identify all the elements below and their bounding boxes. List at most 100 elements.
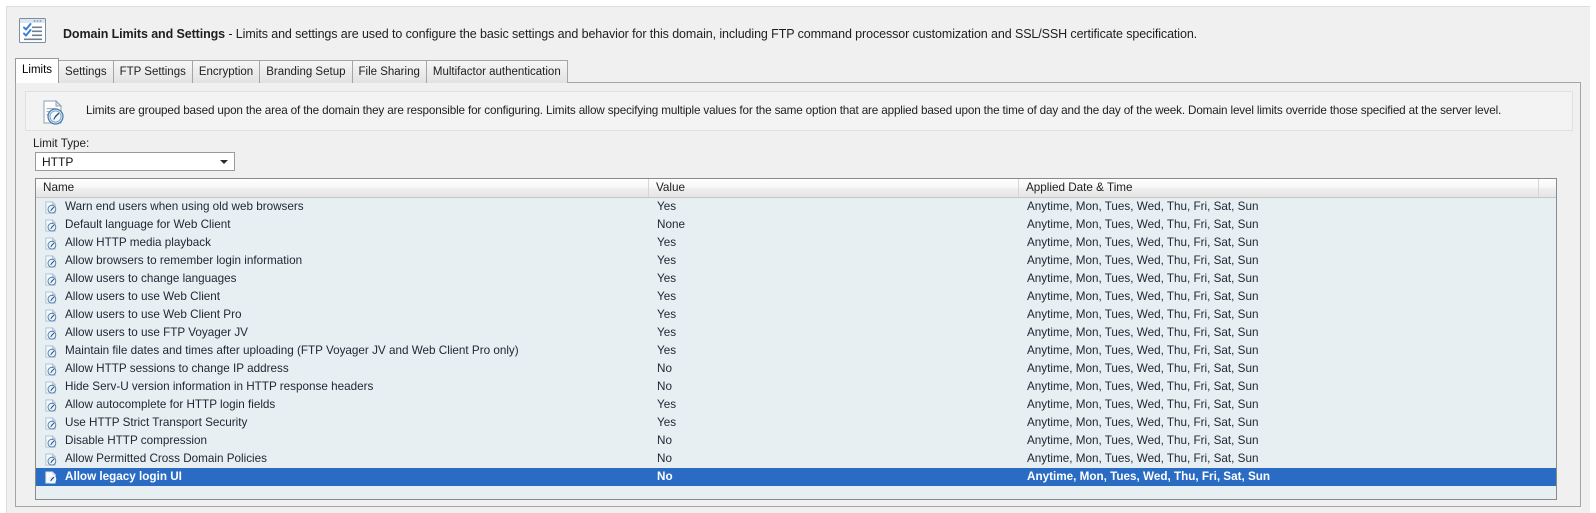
limit-name-label: Allow users to change languages xyxy=(65,272,237,285)
limit-item-icon xyxy=(44,272,57,286)
limit-name-label: Allow HTTP media playback xyxy=(65,236,211,249)
cell-value: Yes xyxy=(657,308,677,321)
limit-type-select[interactable]: HTTP xyxy=(35,152,235,171)
domain-limits-window: Domain Limits and Settings - Limits and … xyxy=(0,0,1596,513)
page-title-description: - Limits and settings are used to config… xyxy=(225,27,1198,41)
info-banner-text: Limits are grouped based upon the area o… xyxy=(86,104,1502,117)
limit-name-label: Allow users to use Web Client xyxy=(65,290,221,303)
limit-item-icon xyxy=(44,236,57,250)
tab-encryption[interactable]: Encryption xyxy=(191,60,261,83)
window-right-edge xyxy=(1590,0,1596,513)
table-row[interactable]: Allow browsers to remember login informa… xyxy=(36,252,1556,270)
page-title-bold: Domain Limits and Settings xyxy=(63,27,225,41)
page-title: Domain Limits and Settings - Limits and … xyxy=(63,27,1197,41)
tab-file-sharing[interactable]: File Sharing xyxy=(351,60,427,83)
cell-value: Yes xyxy=(657,254,677,267)
limits-table-body: Warn end users when using old web browse… xyxy=(36,198,1556,499)
cell-value: Yes xyxy=(657,236,677,249)
cell-name: Allow users to use FTP Voyager JV xyxy=(36,324,649,342)
limit-item-icon xyxy=(44,326,57,340)
tab-branding-setup[interactable]: Branding Setup xyxy=(259,60,353,83)
column-header-filler xyxy=(1539,179,1556,197)
cell-name: Maintain file dates and times after uplo… xyxy=(36,342,649,360)
dialog-header: Domain Limits and Settings - Limits and … xyxy=(7,7,1590,55)
cell-name: Allow HTTP sessions to change IP address xyxy=(36,360,649,378)
table-row[interactable]: Use HTTP Strict Transport Security Yes Any… xyxy=(36,414,1556,432)
column-header-value[interactable]: Value xyxy=(649,179,1019,197)
cell-name: Allow autocomplete for HTTP login fields xyxy=(36,396,649,414)
cell-value: Yes xyxy=(657,290,677,303)
limit-item-icon xyxy=(44,398,57,412)
limit-name-label: Disable HTTP compression xyxy=(65,434,208,447)
limit-item-icon xyxy=(44,290,57,304)
cell-value: Yes xyxy=(657,344,677,357)
table-row[interactable]: Maintain file dates and times after uplo… xyxy=(36,342,1556,360)
cell-value: No xyxy=(657,434,672,447)
limit-name-label: Warn end users when using old web browse… xyxy=(65,200,304,213)
tab-multifactor-authentication[interactable]: Multifactor authentication xyxy=(425,60,568,83)
limit-name-label: Hide Serv-U version information in HTTP … xyxy=(65,380,374,393)
document-clock-icon xyxy=(39,98,67,126)
limit-item-icon xyxy=(44,344,57,358)
table-row[interactable]: Allow users to use Web Client Yes Anytime,… xyxy=(36,288,1556,306)
table-row[interactable]: Warn end users when using old web browse… xyxy=(36,198,1556,216)
cell-applied-date-time: Anytime, Mon, Tues, Wed, Thu, Fri, Sat, … xyxy=(1027,362,1259,375)
table-row[interactable]: Allow users to use FTP Voyager JV Yes Anyt… xyxy=(36,324,1556,342)
limit-item-icon xyxy=(44,200,57,214)
limit-name-label: Allow browsers to remember login informa… xyxy=(65,254,303,267)
limit-item-icon xyxy=(44,434,57,448)
limit-name-label: Allow legacy login UI xyxy=(65,470,182,483)
cell-applied-date-time: Anytime, Mon, Tues, Wed, Thu, Fri, Sat, … xyxy=(1027,452,1259,465)
cell-name: Allow Permitted Cross Domain Policies xyxy=(36,450,649,468)
table-row[interactable]: Default language for Web Client None Anyti… xyxy=(36,216,1556,234)
cell-applied-date-time: Anytime, Mon, Tues, Wed, Thu, Fri, Sat, … xyxy=(1027,470,1271,483)
column-header-name[interactable]: Name xyxy=(36,179,649,197)
limit-item-icon xyxy=(44,416,57,430)
cell-name: Allow users to use Web Client xyxy=(36,288,649,306)
limit-name-label: Default language for Web Client xyxy=(65,218,231,231)
limit-item-icon-selected xyxy=(44,470,57,484)
table-row[interactable]: Hide Serv-U version information in HTTP … xyxy=(36,378,1556,396)
cell-value: No xyxy=(657,452,672,465)
tab-bar: Limits Settings FTP Settings Encryption Bran… xyxy=(15,58,568,83)
limit-type-value: HTTP xyxy=(42,155,74,169)
cell-applied-date-time: Anytime, Mon, Tues, Wed, Thu, Fri, Sat, … xyxy=(1027,380,1259,393)
limit-name-label: Allow users to use Web Client Pro xyxy=(65,308,242,321)
cell-value: None xyxy=(657,218,685,231)
limit-name-label: Use HTTP Strict Transport Security xyxy=(65,416,248,429)
column-header-date[interactable]: Applied Date & Time xyxy=(1019,179,1539,197)
cell-name: Warn end users when using old web browse… xyxy=(36,198,649,216)
cell-applied-date-time: Anytime, Mon, Tues, Wed, Thu, Fri, Sat, … xyxy=(1027,290,1259,303)
cell-value: Yes xyxy=(657,200,677,213)
table-row[interactable]: Allow users to change languages Yes Anytim… xyxy=(36,270,1556,288)
cell-applied-date-time: Anytime, Mon, Tues, Wed, Thu, Fri, Sat, … xyxy=(1027,218,1259,231)
dialog-panel: Domain Limits and Settings - Limits and … xyxy=(6,6,1590,513)
cell-value: Yes xyxy=(657,272,677,285)
limit-name-label: Allow HTTP sessions to change IP address xyxy=(65,362,289,375)
limit-name-label: Allow autocomplete for HTTP login fields xyxy=(65,398,276,411)
cell-name: Allow users to use Web Client Pro xyxy=(36,306,649,324)
cell-name: Allow HTTP media playback xyxy=(36,234,649,252)
table-row[interactable]: Allow autocomplete for HTTP login fields… xyxy=(36,396,1556,414)
table-row[interactable]: Disable HTTP compression No Anytime, Mon, … xyxy=(36,432,1556,450)
cell-applied-date-time: Anytime, Mon, Tues, Wed, Thu, Fri, Sat, … xyxy=(1027,344,1259,357)
cell-applied-date-time: Anytime, Mon, Tues, Wed, Thu, Fri, Sat, … xyxy=(1027,434,1259,447)
cell-applied-date-time: Anytime, Mon, Tues, Wed, Thu, Fri, Sat, … xyxy=(1027,200,1259,213)
table-row[interactable]: Allow Permitted Cross Domain Policies No A… xyxy=(36,450,1556,468)
table-row[interactable]: Allow HTTP sessions to change IP address… xyxy=(36,360,1556,378)
limit-item-icon xyxy=(44,362,57,376)
table-row[interactable]: Allow HTTP media playback Yes Anytime, Mon… xyxy=(36,234,1556,252)
table-row[interactable]: Allow legacy login UI No Anytime, Mon, Tue… xyxy=(36,468,1556,486)
table-row[interactable]: Allow users to use Web Client Pro Yes Anyt… xyxy=(36,306,1556,324)
tab-settings[interactable]: Settings xyxy=(58,60,114,83)
tab-limits[interactable]: Limits xyxy=(15,58,60,83)
cell-value: Yes xyxy=(657,416,677,429)
cell-value: No xyxy=(657,380,672,393)
cell-value: No xyxy=(657,362,672,375)
limit-type-label: Limit Type: xyxy=(33,137,90,150)
limit-item-icon xyxy=(44,308,57,322)
limit-name-label: Maintain file dates and times after uplo… xyxy=(65,344,519,357)
tab-ftp-settings[interactable]: FTP Settings xyxy=(112,60,193,83)
cell-applied-date-time: Anytime, Mon, Tues, Wed, Thu, Fri, Sat, … xyxy=(1027,272,1259,285)
cell-applied-date-time: Anytime, Mon, Tues, Wed, Thu, Fri, Sat, … xyxy=(1027,308,1259,321)
